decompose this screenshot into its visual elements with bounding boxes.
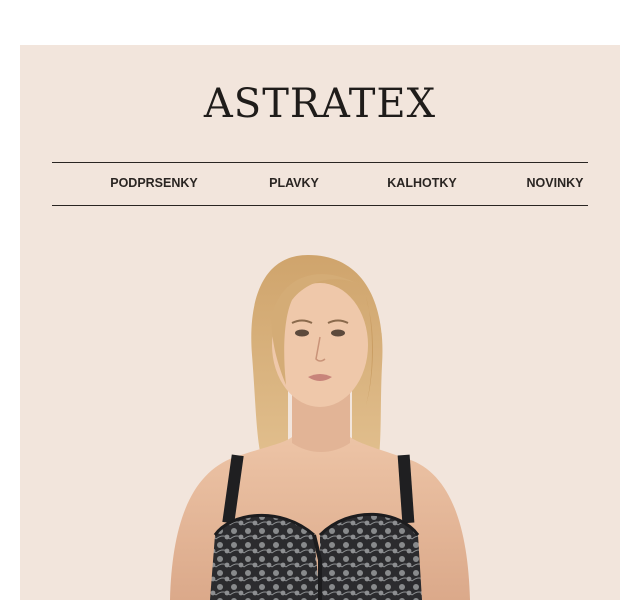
nav-item-novinky[interactable]: NOVINKY <box>527 176 584 190</box>
newsletter-card: ASTRATEX PODPRSENKY PLAVKY KALHOTKY NOVI… <box>20 45 620 600</box>
bra-cup-right <box>320 514 422 600</box>
nav-item-kalhotky[interactable]: KALHOTKY <box>387 176 456 190</box>
category-nav: PODPRSENKY PLAVKY KALHOTKY NOVINKY <box>52 162 588 206</box>
brand-logo[interactable]: ASTRATEX <box>20 81 620 127</box>
hero-illustration <box>170 255 470 600</box>
hero-image[interactable] <box>20 205 620 600</box>
nav-item-podprsenky[interactable]: PODPRSENKY <box>110 176 198 190</box>
nav-item-plavky[interactable]: PLAVKY <box>269 176 319 190</box>
